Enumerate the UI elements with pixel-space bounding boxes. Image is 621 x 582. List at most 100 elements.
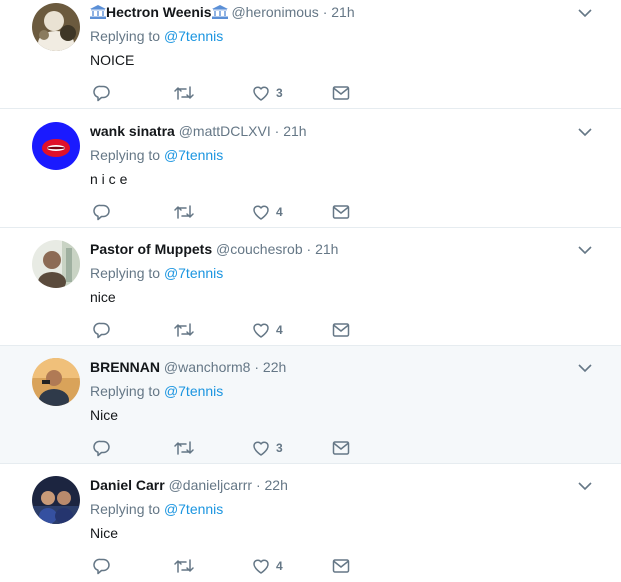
avatar[interactable] [32, 358, 80, 406]
separator-dot: · [306, 241, 312, 257]
like-count: 3 [276, 441, 283, 455]
separator-dot: · [255, 477, 261, 493]
tweet[interactable]: wank sinatra @mattDCLXVI · 21h Replying … [0, 110, 621, 228]
user-handle[interactable]: @wanchorm8 [164, 359, 251, 375]
avatar[interactable] [32, 3, 80, 51]
tweet-text: Nice [90, 525, 119, 541]
direct-message-button[interactable] [332, 438, 350, 458]
direct-message-button[interactable] [332, 202, 350, 222]
display-name[interactable]: Hectron Weenis [106, 4, 212, 20]
heart-icon [253, 441, 269, 456]
reply-icon [93, 85, 110, 102]
envelope-icon [332, 441, 350, 455]
tweet-text: n i c e [90, 171, 128, 187]
reply-icon [93, 440, 110, 457]
retweet-button[interactable] [174, 438, 194, 458]
avatar[interactable] [32, 476, 80, 524]
retweet-icon [174, 323, 194, 337]
mention-link[interactable]: @7tennis [164, 383, 223, 399]
replying-to: Replying to @7tennis [90, 146, 223, 164]
replying-to-label: Replying to [90, 265, 161, 281]
retweet-button[interactable] [174, 556, 194, 576]
direct-message-button[interactable] [332, 320, 350, 340]
mention-link[interactable]: @7tennis [164, 501, 223, 517]
mention-link[interactable]: @7tennis [164, 265, 223, 281]
like-button[interactable]: 3 [252, 83, 283, 103]
timestamp[interactable]: 21h [283, 123, 306, 139]
tweet-actions: 3 [90, 83, 360, 103]
display-name[interactable]: Daniel Carr [90, 477, 165, 493]
tweet[interactable]: Pastor of Muppets @couchesrob · 21h Repl… [0, 228, 621, 346]
reply-button[interactable] [93, 83, 111, 103]
reply-button[interactable] [93, 556, 111, 576]
tweet-actions: 4 [90, 556, 360, 576]
replying-to: Replying to @7tennis [90, 382, 223, 400]
reply-icon [93, 204, 110, 221]
tweet-header: Pastor of Muppets @couchesrob · 21h [90, 240, 338, 258]
envelope-icon [332, 205, 350, 219]
user-handle[interactable]: @heronimous [231, 4, 318, 20]
tweet-text: Nice [90, 407, 119, 423]
heart-icon [253, 205, 269, 220]
user-handle[interactable]: @mattDCLXVI [179, 123, 271, 139]
envelope-icon [332, 86, 350, 100]
tweet-header: wank sinatra @mattDCLXVI · 21h [90, 122, 307, 140]
retweet-icon [174, 559, 194, 573]
like-count: 4 [276, 205, 283, 219]
like-button[interactable]: 4 [252, 320, 283, 340]
replying-to-label: Replying to [90, 501, 161, 517]
tweet-actions: 4 [90, 320, 360, 340]
user-handle[interactable]: @couchesrob [216, 241, 303, 257]
separator-dot: · [274, 123, 280, 139]
tweet-text: NOICE [90, 52, 135, 68]
avatar[interactable] [32, 122, 80, 170]
display-name[interactable]: Pastor of Muppets [90, 241, 212, 257]
timestamp[interactable]: 22h [263, 359, 286, 375]
reply-icon [93, 322, 110, 339]
retweet-button[interactable] [174, 83, 194, 103]
reply-icon [93, 558, 110, 575]
replying-to: Replying to @7tennis [90, 27, 223, 45]
tweet[interactable]: BRENNAN @wanchorm8 · 22h Replying to @7t… [0, 346, 621, 464]
chevron-down-icon[interactable] [577, 362, 593, 374]
reply-button[interactable] [93, 438, 111, 458]
like-button[interactable]: 4 [252, 202, 283, 222]
like-button[interactable]: 3 [252, 438, 283, 458]
chevron-down-icon[interactable] [577, 126, 593, 138]
chevron-down-icon[interactable] [577, 480, 593, 492]
user-handle[interactable]: @danieljcarrr [169, 477, 252, 493]
like-count: 4 [276, 323, 283, 337]
direct-message-button[interactable] [332, 556, 350, 576]
timestamp[interactable]: 21h [331, 4, 354, 20]
replying-to-label: Replying to [90, 28, 161, 44]
reply-button[interactable] [93, 202, 111, 222]
retweet-button[interactable] [174, 202, 194, 222]
retweet-icon [174, 441, 194, 455]
tweet-actions: 4 [90, 202, 360, 222]
avatar[interactable] [32, 240, 80, 288]
heart-icon [253, 559, 269, 574]
timestamp[interactable]: 21h [315, 241, 338, 257]
chevron-down-icon[interactable] [577, 7, 593, 19]
retweet-icon [174, 86, 194, 100]
tweet[interactable]: Daniel Carr @danieljcarrr · 22h Replying… [0, 464, 621, 582]
timestamp[interactable]: 22h [265, 477, 288, 493]
tweet-header: Daniel Carr @danieljcarrr · 22h [90, 476, 288, 494]
replying-to-label: Replying to [90, 147, 161, 163]
chevron-down-icon[interactable] [577, 244, 593, 256]
tweet[interactable]: Hectron Weenis @heronimous · 21h Replyin… [0, 0, 621, 109]
heart-icon [253, 323, 269, 338]
mention-link[interactable]: @7tennis [164, 147, 223, 163]
tweet-text: nice [90, 289, 116, 305]
like-button[interactable]: 4 [252, 556, 283, 576]
retweet-button[interactable] [174, 320, 194, 340]
mention-link[interactable]: @7tennis [164, 28, 223, 44]
display-name[interactable]: wank sinatra [90, 123, 175, 139]
direct-message-button[interactable] [332, 83, 350, 103]
like-count: 4 [276, 559, 283, 573]
reply-button[interactable] [93, 320, 111, 340]
display-name[interactable]: BRENNAN [90, 359, 160, 375]
tweet-header: BRENNAN @wanchorm8 · 22h [90, 358, 286, 376]
separator-dot: · [254, 359, 260, 375]
replying-to: Replying to @7tennis [90, 264, 223, 282]
